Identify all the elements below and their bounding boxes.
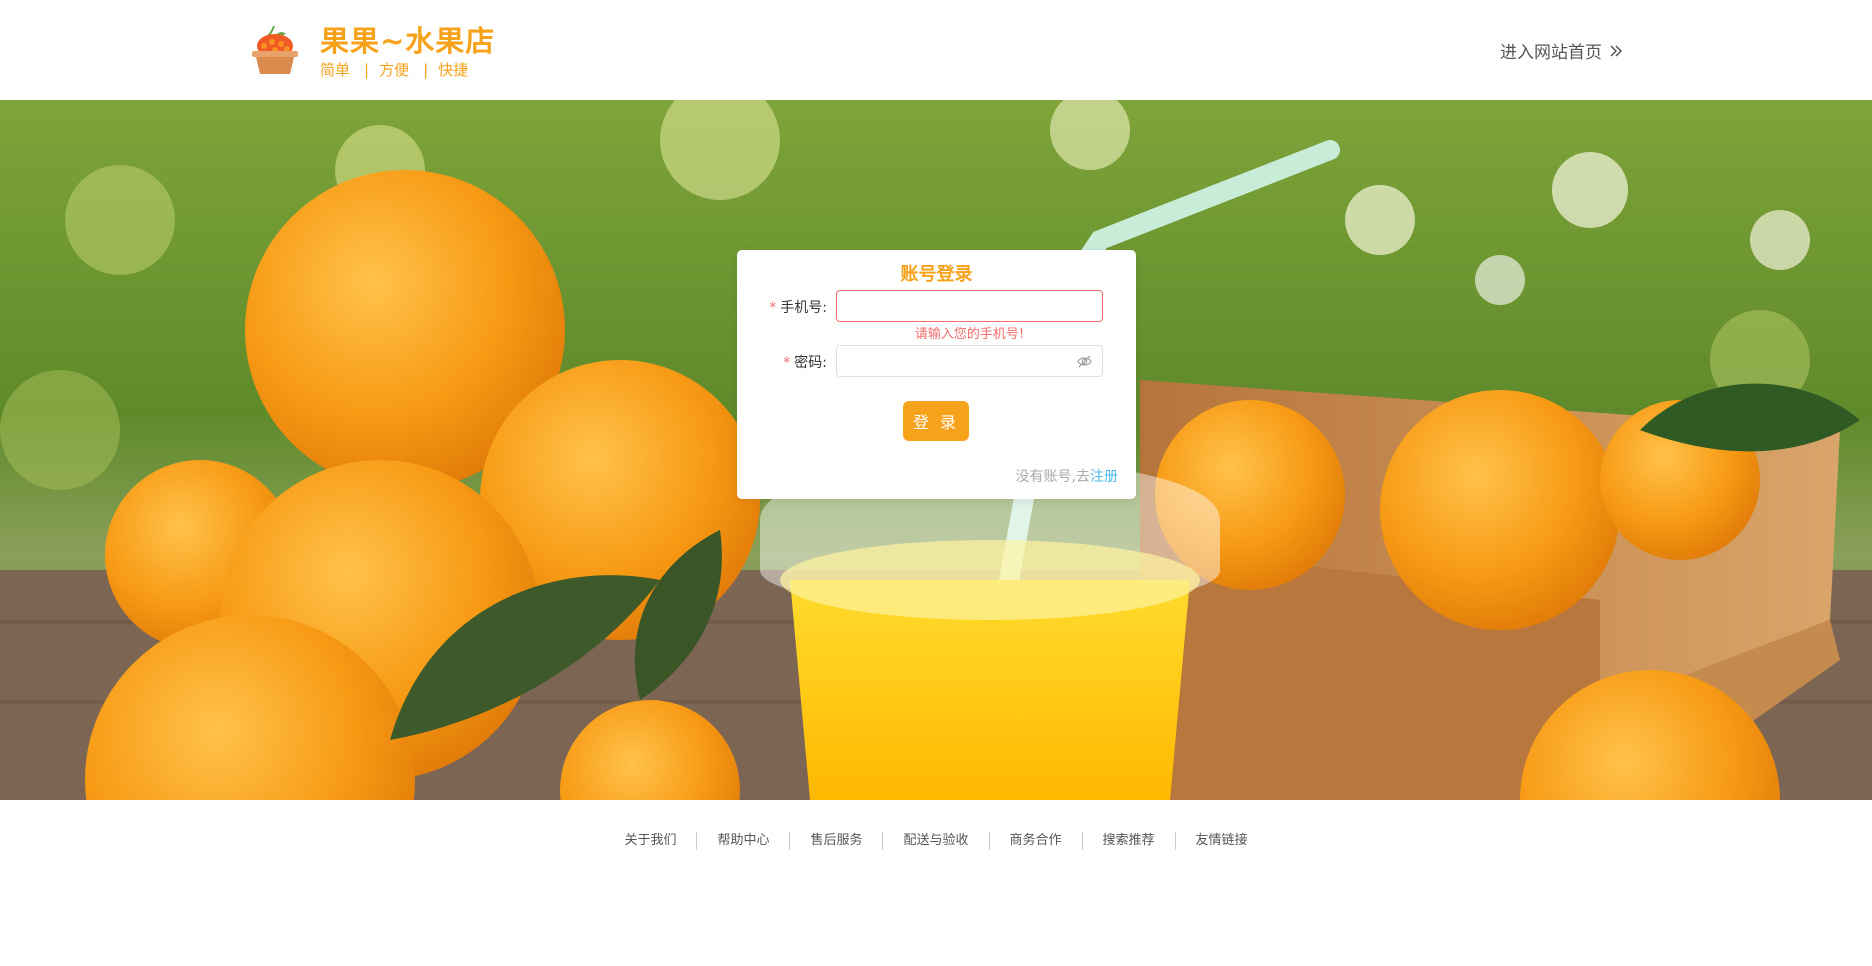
- site-slogan: 简单 | 方便 | 快捷: [320, 60, 495, 80]
- footer-link-about[interactable]: 关于我们: [604, 832, 696, 850]
- phone-error-message: 请输入您的手机号!: [914, 327, 1025, 342]
- footer-link-delivery[interactable]: 配送与验收: [883, 832, 988, 850]
- site-header: 果果~水果店 简单 | 方便 | 快捷 进入网站首页: [0, 0, 1872, 100]
- phone-row: * 手机号:: [737, 290, 1136, 322]
- register-prompt-text: 没有账号,去: [1015, 469, 1090, 485]
- password-input[interactable]: [836, 345, 1103, 377]
- phone-label-text: 手机号:: [780, 300, 827, 316]
- footer-link-search[interactable]: 搜索推荐: [1083, 832, 1175, 850]
- hero-banner: 账号登录 * 手机号: 请输入您的手机号! * 密码: 登 录 没有账号,去注册: [0, 100, 1872, 800]
- slogan-separator: |: [423, 61, 429, 79]
- site-logo[interactable]: 果果~水果店 简单 | 方便 | 快捷: [250, 24, 495, 80]
- eye-off-icon[interactable]: [1077, 354, 1092, 369]
- phone-input[interactable]: [836, 290, 1103, 322]
- register-link[interactable]: 注册: [1090, 469, 1118, 485]
- password-label: * 密码:: [783, 352, 827, 372]
- login-panel: 账号登录 * 手机号: 请输入您的手机号! * 密码: 登 录 没有账号,去注册: [737, 250, 1136, 499]
- register-prompt: 没有账号,去注册: [1016, 466, 1118, 486]
- footer-link-business[interactable]: 商务合作: [990, 832, 1082, 850]
- home-link-label: 进入网站首页: [1500, 43, 1602, 63]
- slogan-item: 快捷: [438, 61, 469, 79]
- slogan-item: 简单: [320, 61, 351, 79]
- required-mark: *: [769, 300, 777, 316]
- footer-nav: 关于我们 帮助中心 售后服务 配送与验收 商务合作 搜索推荐 友情链接: [0, 832, 1872, 850]
- double-chevron-right-icon: [1610, 44, 1623, 57]
- footer-link-after-sales[interactable]: 售后服务: [790, 832, 882, 850]
- site-title: 果果~水果店: [320, 24, 496, 58]
- slogan-separator: |: [364, 61, 370, 79]
- required-mark: *: [783, 355, 791, 371]
- home-link[interactable]: 进入网站首页: [1500, 38, 1624, 63]
- login-title: 账号登录: [900, 264, 973, 285]
- slogan-item: 方便: [379, 61, 410, 79]
- phone-label: * 手机号:: [769, 297, 827, 317]
- fruit-basket-icon: [252, 25, 298, 74]
- login-button[interactable]: 登 录: [903, 401, 969, 441]
- password-label-text: 密码:: [794, 355, 827, 371]
- footer-link-help[interactable]: 帮助中心: [697, 832, 789, 850]
- password-row: * 密码:: [737, 345, 1136, 377]
- footer-link-friends[interactable]: 友情链接: [1176, 832, 1268, 850]
